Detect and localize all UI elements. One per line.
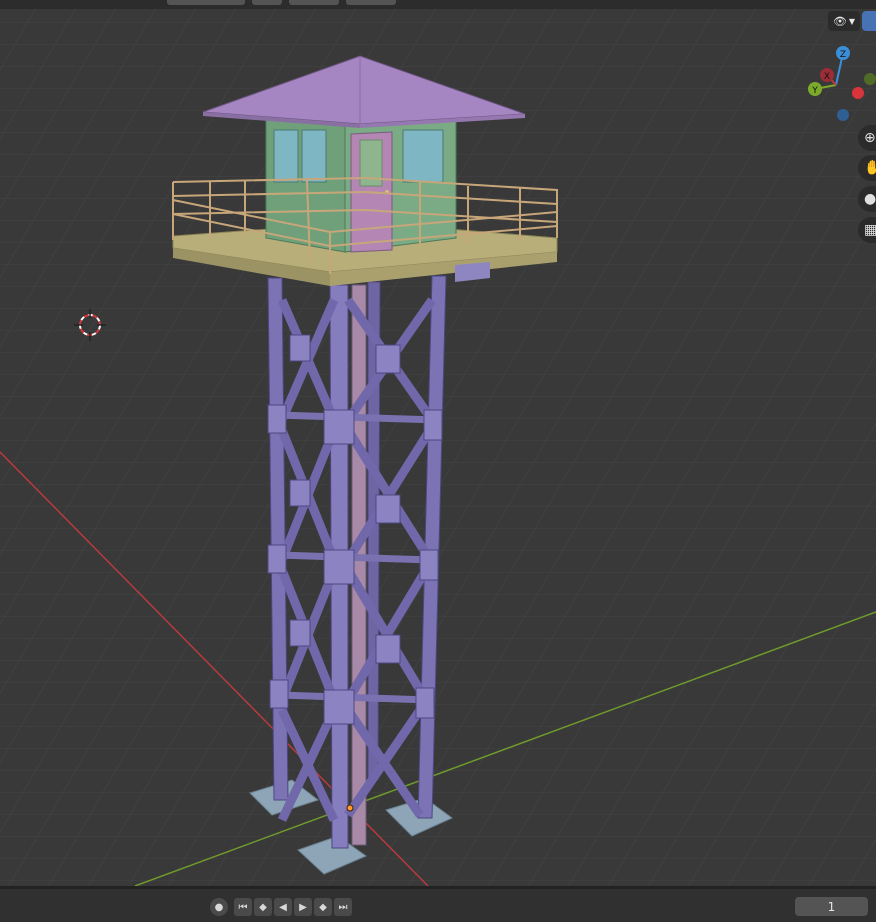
overlay-toggle-button[interactable] (862, 11, 876, 31)
scene-canvas[interactable]: X Y Z (0, 0, 876, 886)
3d-viewport[interactable]: X Y Z 👁 ▼ ⊕ ✋ ● ▦ (0, 0, 876, 886)
record-button[interactable]: ● (210, 898, 228, 916)
jump-end-icon: ⏭ (338, 901, 348, 913)
viewport-header (0, 0, 876, 9)
next-keyframe-icon: ◆ (319, 901, 327, 913)
play-reverse-button[interactable]: ◀ (274, 898, 292, 916)
timeline-bar: ● ⏮ ◆ ◀ ▶ ◆ ⏭ 1 (0, 886, 876, 922)
jump-end-button[interactable]: ⏭ (334, 898, 352, 916)
gizmo-neg-x[interactable] (852, 87, 864, 99)
hand-icon: ✋ (864, 160, 876, 176)
jump-start-icon: ⏮ (238, 901, 248, 913)
next-keyframe-button[interactable]: ◆ (314, 898, 332, 916)
gizmo-y-label: Y (811, 86, 818, 96)
grid-icon: ▦ (864, 222, 876, 238)
prev-keyframe-button[interactable]: ◆ (254, 898, 272, 916)
play-icon: ▶ (299, 901, 307, 913)
gizmo-z-label: Z (840, 50, 846, 60)
chevron-down-icon: ▼ (848, 16, 856, 26)
header-snap-dropdown[interactable] (289, 0, 339, 5)
prev-keyframe-icon: ◆ (259, 901, 267, 913)
camera-icon: ● (864, 191, 876, 207)
play-button[interactable]: ▶ (294, 898, 312, 916)
jump-start-button[interactable]: ⏮ (234, 898, 252, 916)
play-reverse-icon: ◀ (279, 901, 287, 913)
tower-cabin (265, 117, 457, 253)
eye-icon: 👁 (832, 14, 847, 28)
visibility-dropdown[interactable]: 👁 ▼ (828, 11, 860, 31)
gizmo-x-label: X (824, 72, 830, 82)
origin-dot (346, 804, 354, 812)
header-proportional-dropdown[interactable] (346, 0, 396, 5)
header-mode-dropdown[interactable] (167, 0, 245, 5)
gizmo-neg-y[interactable] (864, 73, 876, 85)
gizmo-neg-z[interactable] (837, 109, 849, 121)
header-pivot-dropdown[interactable] (252, 0, 282, 5)
current-frame-field[interactable]: 1 (795, 897, 868, 916)
record-icon: ● (214, 901, 224, 913)
magnifier-plus-icon: ⊕ (864, 130, 876, 146)
